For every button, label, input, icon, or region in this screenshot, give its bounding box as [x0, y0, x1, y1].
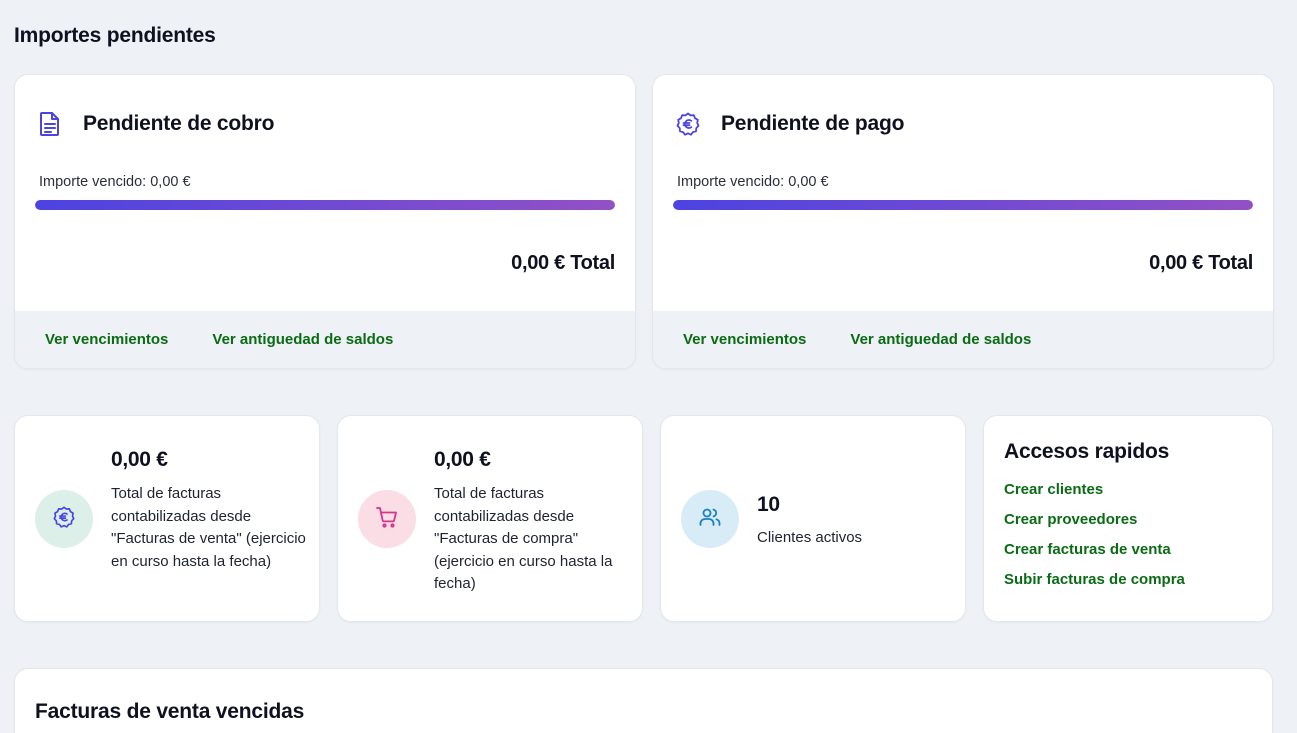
card-footer: Ver vencimientos Ver antiguedad de saldo… — [653, 311, 1273, 368]
card-header: Pendiente de pago — [675, 111, 904, 137]
sales-invoices-stat-card: 0,00 € Total de facturas contabilizadas … — [14, 415, 320, 622]
create-clients-link[interactable]: Crear clientes — [1004, 481, 1252, 498]
view-due-dates-link[interactable]: Ver vencimientos — [683, 331, 806, 348]
progress-fill — [673, 200, 1253, 210]
total-amount: 0,00 € Total — [1149, 252, 1253, 274]
view-aging-link[interactable]: Ver antiguedad de saldos — [212, 331, 393, 348]
view-due-dates-link[interactable]: Ver vencimientos — [45, 331, 168, 348]
overdue-sales-invoices-card: Facturas de venta vencidas — [14, 668, 1273, 733]
stat-amount: 10 — [757, 493, 780, 516]
progress-bar — [673, 200, 1253, 210]
active-clients-stat-card: 10 Clientes activos — [660, 415, 966, 622]
pending-payment-card: Pendiente de pago Importe vencido: 0,00 … — [652, 74, 1274, 369]
stat-icon-circle — [358, 490, 416, 548]
stat-amount: 0,00 € — [111, 448, 168, 471]
stat-description: Clientes activos — [757, 529, 863, 546]
upload-purchase-invoices-link[interactable]: Subir facturas de compra — [1004, 571, 1252, 588]
overdue-title: Facturas de venta vencidas — [35, 700, 305, 723]
quick-access-title: Accesos rapidos — [1004, 440, 1170, 463]
total-amount: 0,00 € Total — [511, 252, 615, 274]
stat-description: Total de facturas contabilizadas desde "… — [111, 485, 306, 570]
stat-icon-circle — [35, 490, 93, 548]
card-title: Pendiente de pago — [721, 112, 905, 135]
purchase-invoices-stat-card: 0,00 € Total de facturas contabilizadas … — [337, 415, 643, 622]
overdue-amount: Importe vencido: 0,00 € — [39, 174, 191, 190]
progress-fill — [35, 200, 615, 210]
quick-access-card: Accesos rapidos Crear clientes Crear pro… — [983, 415, 1273, 622]
create-sales-invoices-link[interactable]: Crear facturas de venta — [1004, 541, 1252, 558]
card-title: Pendiente de cobro — [83, 112, 275, 135]
view-aging-link[interactable]: Ver antiguedad de saldos — [850, 331, 1031, 348]
stat-amount: 0,00 € — [434, 448, 491, 471]
euro-icon — [52, 505, 76, 534]
cart-icon — [375, 505, 399, 534]
document-icon — [37, 111, 63, 137]
card-header: Pendiente de cobro — [37, 111, 274, 137]
section-title: Importes pendientes — [14, 24, 216, 47]
card-footer: Ver vencimientos Ver antiguedad de saldo… — [15, 311, 635, 368]
stat-description: Total de facturas contabilizadas desde "… — [434, 485, 613, 592]
euro-badge-icon — [675, 111, 701, 137]
pending-collection-card: Pendiente de cobro Importe vencido: 0,00… — [14, 74, 636, 369]
users-icon — [698, 505, 722, 534]
overdue-amount: Importe vencido: 0,00 € — [677, 174, 829, 190]
create-suppliers-link[interactable]: Crear proveedores — [1004, 511, 1252, 528]
stat-icon-circle — [681, 490, 739, 548]
progress-bar — [35, 200, 615, 210]
